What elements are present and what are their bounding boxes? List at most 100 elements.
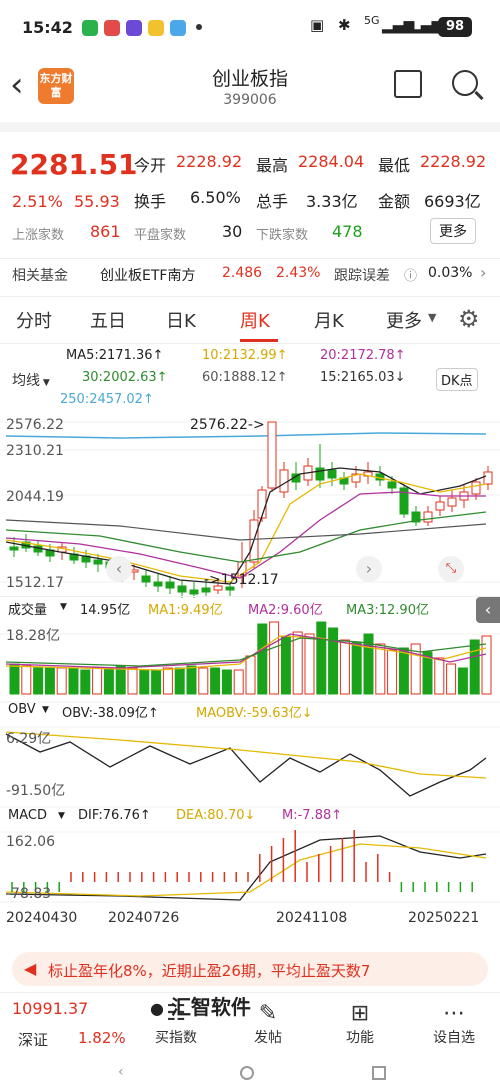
dropdown-icon: ▼ [58, 811, 65, 821]
nfc-icon: ▣ [310, 16, 325, 34]
kline-min-annotation: ->1512.17 [204, 572, 279, 588]
ma60-line [5, 519, 487, 541]
scroll-left-icon[interactable]: ‹ [106, 556, 132, 582]
tab-daily-k[interactable]: 日K [166, 307, 196, 333]
chart-tabs: 分时 五日 日K 周K 月K 更多 ▼ ⚙ [0, 296, 500, 344]
app-icon [126, 20, 142, 36]
megaphone-icon: ◀ [24, 959, 37, 978]
turnover-label: 换手 [134, 192, 167, 211]
volume-bar [151, 669, 162, 695]
kline-y-lowmid: 2044.19 [6, 489, 64, 505]
app-icon [104, 20, 120, 36]
tab-5day[interactable]: 五日 [90, 307, 126, 333]
dropdown-icon: ▼ [60, 602, 67, 612]
add-watchlist-label: 设自选 [433, 1030, 475, 1046]
status-bar: 15:42 ▣ ✱ 5G ▂▄▆ ▂▄▆ 98 [0, 0, 500, 60]
post-label: 发帖 [254, 1030, 282, 1046]
page-title: 创业板指 [211, 68, 288, 90]
promo-banner[interactable]: ◀ 标止盈年化8%，近期止盈26期，平均止盈天数7 [12, 952, 488, 986]
candle-body [483, 471, 493, 485]
tab-weekly-k[interactable]: 周K [240, 307, 270, 333]
kline-layer [0, 421, 500, 903]
volume-bar [115, 665, 126, 695]
index-value[interactable]: 10991.37 [12, 999, 88, 1018]
obv-y-bottom: -91.50亿 [6, 783, 66, 799]
scroll-right-icon[interactable]: › [356, 556, 382, 582]
candle-body [279, 469, 289, 493]
kline-y-mid: 2310.21 [6, 443, 64, 459]
up-count: 861 [90, 222, 121, 241]
kline-chart-area[interactable] [0, 412, 500, 947]
change-pct: 2.51% [12, 192, 63, 211]
share-icon[interactable] [394, 70, 422, 98]
candle-body [471, 481, 481, 495]
date-label: 20240726 [108, 910, 180, 926]
high-label: 最高 [256, 156, 289, 175]
date-label: 20250221 [408, 910, 480, 926]
volume-bar [92, 667, 103, 695]
tab-more[interactable]: 更多 [386, 307, 422, 333]
nav-recent-icon[interactable] [372, 1066, 386, 1080]
more-button[interactable]: 更多 [430, 218, 476, 244]
tab-intraday[interactable]: 分时 [16, 307, 52, 333]
candle-body [423, 511, 433, 523]
volume-bar [469, 639, 480, 695]
bluetooth-icon: ✱ [338, 16, 351, 34]
volume-bar [33, 667, 44, 695]
candle-body [189, 589, 199, 595]
amount-label: 金额 [378, 192, 411, 211]
quote-panel: 2281.51 2.51% 55.93 今开 2228.92 最高 2284.0… [0, 140, 500, 260]
add-watchlist-button[interactable]: ⋯ 设自选 [414, 1001, 494, 1047]
ma250-line [5, 432, 487, 439]
open-value: 2228.92 [176, 152, 243, 171]
maobv-line [5, 731, 487, 779]
kline-max-annotation: 2576.22-> [190, 417, 265, 433]
macd-label[interactable]: MACD [8, 808, 47, 823]
down-count: 478 [332, 222, 363, 241]
volume-bar [186, 665, 197, 695]
nav-back-icon[interactable]: ‹ [118, 1064, 124, 1080]
info-icon[interactable]: ⓘ [404, 265, 417, 284]
collapse-icon[interactable]: ‹ [476, 597, 500, 623]
volume-bar [339, 639, 350, 695]
chat-icon: ● [150, 999, 164, 1018]
ma-mode-select[interactable]: 均线 ▼ [12, 370, 50, 390]
candle-body [327, 469, 337, 479]
volume-ma2: MA2:9.60亿 [248, 603, 323, 618]
candle-body [267, 421, 277, 489]
nav-home-icon[interactable] [240, 1066, 254, 1080]
volume-bar [257, 623, 268, 695]
candle-body [447, 497, 457, 507]
kline-y-bottom: 1512.17 [6, 575, 64, 591]
obv-label[interactable]: OBV [8, 702, 36, 717]
volume-bar [44, 667, 55, 695]
functions-button[interactable]: ⊞ 功能 [320, 1001, 400, 1047]
macd-y-bottom: -78.83 [6, 886, 52, 902]
index-name: 深证 [18, 1031, 49, 1049]
candle-body [387, 481, 397, 489]
volume-bar [434, 657, 445, 695]
macd-legend: MACD ▼ DIF:76.76↑ DEA:80.70↓ M:-7.88↑ [0, 806, 500, 828]
fullscreen-icon[interactable]: ⤡ [438, 556, 464, 582]
dk-point-button[interactable]: DK点 [436, 368, 478, 391]
gear-icon[interactable]: ⚙ [458, 305, 480, 333]
battery-indicator: 98 [438, 17, 472, 37]
low-value: 2228.92 [420, 152, 487, 171]
volume-bar [398, 647, 409, 695]
volume-bar [387, 649, 398, 695]
amount-value: 6693亿 [424, 192, 481, 211]
tracking-error-label: 跟踪误差 [334, 268, 390, 284]
candle-body [177, 585, 187, 593]
volume-bar [233, 669, 244, 695]
related-fund-row[interactable]: 相关基金 创业板ETF南方 2.486 2.43% 跟踪误差 ⓘ 0.03% › [0, 258, 500, 290]
fund-pct: 2.43% [276, 265, 321, 281]
tab-monthly-k[interactable]: 月K [314, 307, 344, 333]
volume-label[interactable]: 成交量 [8, 599, 47, 618]
ma5-value: MA5:2171.36↑ [66, 348, 164, 363]
fund-price: 2.486 [222, 265, 263, 281]
macd-m: M:-7.88↑ [282, 808, 343, 823]
volume-bar [375, 643, 386, 695]
maobv-value: MAOBV:-59.63亿↓ [196, 706, 313, 721]
network-label: 5G [364, 14, 380, 27]
ma20-value: 20:2172.78↑ [320, 348, 406, 363]
